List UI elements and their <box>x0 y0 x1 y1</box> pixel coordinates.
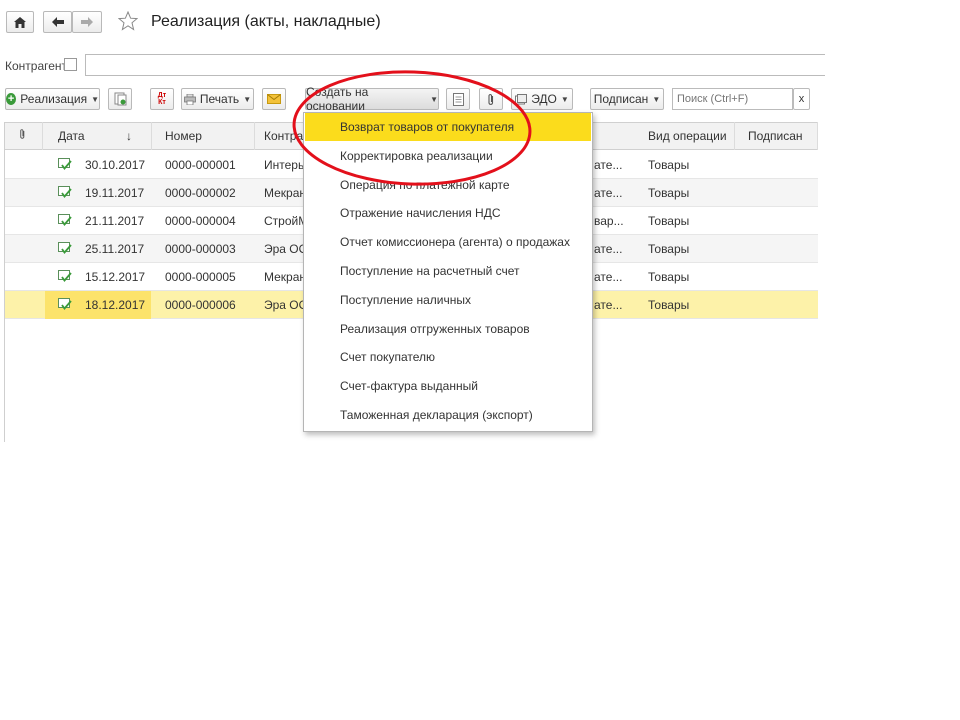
document-posted-icon <box>58 270 72 283</box>
row-truncated-column: ате... <box>594 298 623 312</box>
star-icon <box>117 10 139 31</box>
counterparty-checkbox[interactable] <box>64 58 77 71</box>
row-truncated-column: вар... <box>594 214 624 228</box>
home-icon <box>14 16 26 28</box>
arrow-left-icon <box>51 17 64 27</box>
copy-button[interactable] <box>108 88 132 110</box>
row-truncated-column: ате... <box>594 158 623 172</box>
chevron-down-icon: ▼ <box>560 94 569 104</box>
column-header-date[interactable]: Дата ↓ <box>50 122 152 150</box>
chevron-down-icon: ▼ <box>243 94 252 104</box>
row-truncated-column: ате... <box>594 186 623 200</box>
column-header-number[interactable]: Номер <box>157 122 255 150</box>
page-title: Реализация (акты, накладные) <box>151 13 381 30</box>
signed-filter-label: Подписан <box>593 92 649 106</box>
home-button[interactable] <box>6 11 34 33</box>
row-date: 21.11.2017 <box>85 214 145 228</box>
document-posted-icon <box>58 298 72 311</box>
row-truncated-column: ате... <box>594 270 623 284</box>
chevron-down-icon: ▼ <box>652 94 661 104</box>
row-truncated-column: ате... <box>594 242 623 256</box>
row-counterparty: Мекран <box>264 270 307 284</box>
forward-button[interactable] <box>72 11 102 33</box>
row-operation: Товары <box>648 186 690 200</box>
row-number: 0000-000002 <box>165 186 236 200</box>
document-posted-icon <box>58 214 72 227</box>
menu-item[interactable]: Таможенная декларация (экспорт) <box>304 401 592 429</box>
dt-kt-button[interactable]: Дт Кт <box>150 88 174 110</box>
menu-item[interactable]: Отражение начисления НДС <box>304 199 592 227</box>
close-icon: x <box>798 93 805 105</box>
row-counterparty: Эра ОО <box>264 242 308 256</box>
sort-descending-icon: ↓ <box>126 129 132 143</box>
add-icon: + <box>6 93 17 105</box>
row-operation: Товары <box>648 270 690 284</box>
search-input[interactable] <box>672 88 793 110</box>
dt-kt-icon: Дт Кт <box>157 92 167 106</box>
row-operation: Товары <box>648 242 690 256</box>
row-date: 30.10.2017 <box>85 158 146 172</box>
row-number: 0000-000006 <box>165 298 236 312</box>
menu-item[interactable]: Реализация отгруженных товаров <box>304 315 592 343</box>
back-button[interactable] <box>43 11 72 33</box>
arrow-right-icon <box>81 17 93 27</box>
menu-item[interactable]: Поступление на расчетный счет <box>304 257 592 285</box>
row-date: 15.12.2017 <box>85 270 146 284</box>
row-operation: Товары <box>648 214 690 228</box>
column-header-date-label: Дата <box>58 129 85 143</box>
row-number: 0000-000005 <box>165 270 236 284</box>
realization-add-label: Реализация <box>20 92 88 106</box>
column-header-signed[interactable]: Подписан <box>740 122 818 150</box>
counterparty-label: Контрагент: <box>5 59 71 73</box>
menu-item[interactable]: Отчет комиссионера (агента) о продажах <box>304 228 592 256</box>
print-label: Печать <box>199 92 240 106</box>
edo-label: ЭДО <box>531 92 557 106</box>
row-number: 0000-000001 <box>165 158 236 172</box>
favorite-star-button[interactable] <box>117 10 139 33</box>
chevron-down-icon: ▼ <box>91 94 99 104</box>
row-date: 25.11.2017 <box>85 242 145 256</box>
document-posted-icon <box>58 158 72 171</box>
column-header-operation[interactable]: Вид операции <box>640 122 735 150</box>
print-button[interactable]: Печать ▼ <box>181 88 254 110</box>
menu-item[interactable]: Счет-фактура выданный <box>304 372 592 400</box>
column-header-attach[interactable] <box>5 122 43 150</box>
row-counterparty: Эра ОО <box>264 298 308 312</box>
row-counterparty: СтройМ <box>264 214 309 228</box>
email-button[interactable] <box>262 88 286 110</box>
paperclip-icon <box>20 129 25 139</box>
row-date: 18.12.2017 <box>85 298 146 312</box>
annotation-ellipse <box>292 70 532 186</box>
row-number: 0000-000004 <box>165 214 236 228</box>
menu-item[interactable]: Поступление наличных <box>304 286 592 314</box>
row-operation: Товары <box>648 298 690 312</box>
document-copy-icon <box>114 92 126 106</box>
row-operation: Товары <box>648 158 690 172</box>
row-number: 0000-000003 <box>165 242 236 256</box>
search-clear-button[interactable]: x <box>793 88 810 110</box>
realization-add-button[interactable]: + Реализация ▼ <box>5 88 100 110</box>
row-date: 19.11.2017 <box>85 186 145 200</box>
signed-filter-button[interactable]: Подписан ▼ <box>590 88 664 110</box>
menu-item[interactable]: Счет покупателю <box>304 343 592 371</box>
document-posted-icon <box>58 242 72 255</box>
document-posted-icon <box>58 186 72 199</box>
printer-icon <box>183 93 196 105</box>
envelope-icon <box>267 94 281 104</box>
